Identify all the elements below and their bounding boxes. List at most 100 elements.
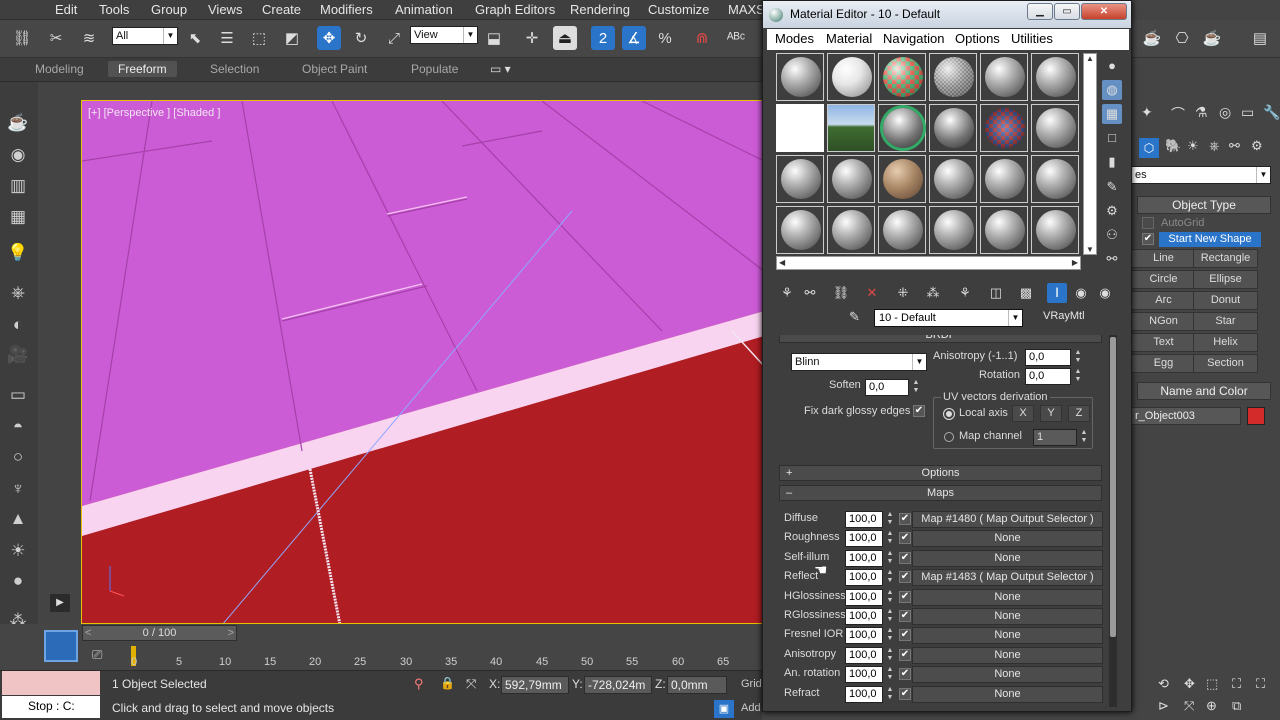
scroll-up-icon[interactable]: ▲: [1086, 54, 1094, 63]
map-enable-checkbox[interactable]: ✔: [899, 532, 911, 545]
sample-slot[interactable]: [980, 206, 1028, 254]
sample-slot[interactable]: [980, 155, 1028, 203]
backlight-icon[interactable]: ◍: [1102, 80, 1122, 100]
slots-horizontal-scrollbar[interactable]: ◀ ▶: [776, 256, 1081, 270]
cone-icon[interactable]: ▲: [7, 508, 29, 530]
map-enable-checkbox[interactable]: ✔: [899, 571, 911, 584]
slots-vertical-scrollbar[interactable]: ▲ ▼: [1083, 53, 1097, 255]
menu-graph-editors[interactable]: Graph Editors: [475, 2, 555, 17]
spinner-arrows-icon[interactable]: ▲ ▼: [1079, 429, 1089, 445]
sample-slot[interactable]: [929, 104, 977, 152]
display-tab-icon[interactable]: ▭: [1241, 104, 1254, 121]
sample-slot[interactable]: [878, 53, 926, 101]
add-time-tag-icon[interactable]: ▣: [714, 700, 734, 718]
menu-options[interactable]: Options: [955, 31, 1000, 46]
video-camera-icon[interactable]: 🎥: [7, 344, 29, 366]
spinner-arrows-icon[interactable]: ▲ ▼: [911, 379, 921, 395]
grass-icon[interactable]: ♆: [7, 478, 29, 500]
select-by-name-icon[interactable]: ☰: [215, 26, 239, 50]
video-color-check-icon[interactable]: ▮: [1102, 152, 1122, 172]
sample-slot[interactable]: [827, 206, 875, 254]
tab-populate[interactable]: Populate: [411, 62, 458, 76]
menu-edit[interactable]: Edit: [55, 2, 77, 17]
egg-button[interactable]: Egg: [1131, 354, 1196, 373]
map-amount-spinner[interactable]: 100,0: [845, 588, 883, 606]
brdf-type-dropdown[interactable]: Blinn ▼: [791, 353, 927, 371]
map-amount-spinner[interactable]: 100,0: [845, 530, 883, 548]
edit-named-selection-icon[interactable]: ᴬᴮᶜ: [724, 26, 748, 50]
perspective-viewport[interactable]: [+] [Perspective ] [Shaded ]: [81, 100, 763, 624]
select-manipulate-icon[interactable]: ✛: [520, 26, 544, 50]
make-unique-icon[interactable]: ⁜: [893, 283, 913, 303]
axis-z-button[interactable]: Z: [1068, 405, 1090, 422]
rectangular-selection-icon[interactable]: ⬚: [247, 26, 271, 50]
menu-utilities[interactable]: Utilities: [1011, 31, 1053, 46]
tab-freeform[interactable]: Freeform: [108, 61, 177, 77]
arc-button[interactable]: Arc: [1131, 291, 1196, 310]
track-bar-icon[interactable]: ⎚: [92, 647, 112, 665]
hierarchy-tab-icon[interactable]: ⚗: [1195, 104, 1208, 121]
x-coordinate-field[interactable]: 592,79mm: [501, 676, 569, 694]
show-shaded-map-icon[interactable]: ◫: [986, 283, 1006, 303]
map-button[interactable]: None: [912, 530, 1103, 548]
brdf-rollout[interactable]: BRDF: [779, 335, 1102, 343]
sample-slot[interactable]: [827, 53, 875, 101]
axis-x-button[interactable]: X: [1012, 405, 1034, 422]
object-type-rollout[interactable]: Object Type: [1137, 196, 1271, 214]
object-name-field[interactable]: r_Object003: [1131, 407, 1241, 425]
sample-slot[interactable]: [827, 104, 875, 152]
map-button[interactable]: Map #1480 ( Map Output Selector ): [912, 511, 1103, 528]
options-rollout[interactable]: + Options: [779, 465, 1102, 481]
lock-icon[interactable]: 🔒: [440, 676, 455, 694]
scroll-left-icon[interactable]: ◀: [779, 258, 785, 267]
go-forward-to-sibling-icon[interactable]: ◉: [1071, 283, 1091, 303]
add-label[interactable]: Add: [741, 702, 761, 714]
options-icon[interactable]: ⚙: [1102, 201, 1122, 221]
star-button[interactable]: Star: [1193, 312, 1258, 331]
sample-slot[interactable]: [929, 53, 977, 101]
maximize-viewport-icon[interactable]: ⧉: [1232, 698, 1241, 714]
teapot-icon[interactable]: ☕: [7, 112, 29, 134]
map-amount-spinner[interactable]: 100,0: [845, 549, 883, 567]
pick-material-icon[interactable]: ◉: [1095, 283, 1115, 303]
pivot-center-icon[interactable]: ⬓: [482, 26, 506, 50]
start-new-shape-button[interactable]: Start New Shape: [1159, 232, 1261, 247]
create-tab-icon[interactable]: ✦: [1141, 104, 1153, 121]
ribbon-options-icon[interactable]: ▭ ▾: [490, 62, 511, 76]
menu-animation[interactable]: Animation: [395, 2, 453, 17]
spinner-arrows-icon[interactable]: ▲ ▼: [885, 550, 895, 566]
select-object-icon[interactable]: ⬉: [183, 26, 207, 50]
percent-snap-icon[interactable]: %: [653, 26, 677, 50]
map-amount-spinner[interactable]: 100,0: [845, 666, 883, 684]
material-editor-title-bar[interactable]: Material Editor - 10 - Default ▁ ▭ ✕: [763, 1, 1131, 28]
spinner-arrows-icon[interactable]: ▲ ▼: [885, 627, 895, 643]
sample-slot[interactable]: [929, 206, 977, 254]
show-end-result-icon[interactable]: ▩: [1016, 283, 1036, 303]
sample-slot[interactable]: [980, 104, 1028, 152]
ellipse-button[interactable]: Ellipse: [1193, 270, 1258, 289]
maximize-button[interactable]: ▭: [1054, 3, 1080, 20]
helix-button[interactable]: Helix: [1193, 333, 1258, 352]
material-map-navigator-icon[interactable]: ⚯: [1102, 249, 1122, 269]
map-amount-spinner[interactable]: 100,0: [845, 685, 883, 703]
cameras-category-icon[interactable]: ⎈: [1209, 138, 1219, 154]
material-id-channel-icon[interactable]: ⚘: [955, 283, 975, 303]
map-enable-checkbox[interactable]: ✔: [899, 687, 911, 700]
maxscript-input[interactable]: Stop : C:: [2, 696, 100, 718]
expand-arrow-icon[interactable]: ▶: [50, 594, 70, 612]
map-amount-spinner[interactable]: 100,0: [845, 608, 883, 625]
isolate-selection-icon[interactable]: ⚲: [414, 676, 428, 694]
map-button[interactable]: None: [912, 627, 1103, 645]
spinner-arrows-icon[interactable]: ▲ ▼: [1073, 349, 1083, 365]
assign-to-scene-icon[interactable]: ⚯: [800, 283, 820, 303]
zoom-extents-icon[interactable]: ⬚: [1206, 676, 1218, 692]
fix-dark-glossy-checkbox[interactable]: ✔: [913, 405, 925, 417]
sample-slot[interactable]: [878, 206, 926, 254]
spinner-arrows-icon[interactable]: ▲ ▼: [885, 511, 895, 527]
menu-navigation[interactable]: Navigation: [883, 31, 944, 46]
systems-category-icon[interactable]: ⚙: [1251, 138, 1263, 154]
text-button[interactable]: Text: [1131, 333, 1196, 352]
scale-icon[interactable]: ⤢: [382, 26, 406, 50]
material-icon[interactable]: ◉: [7, 144, 29, 166]
render-icon[interactable]: ◐: [7, 314, 29, 336]
